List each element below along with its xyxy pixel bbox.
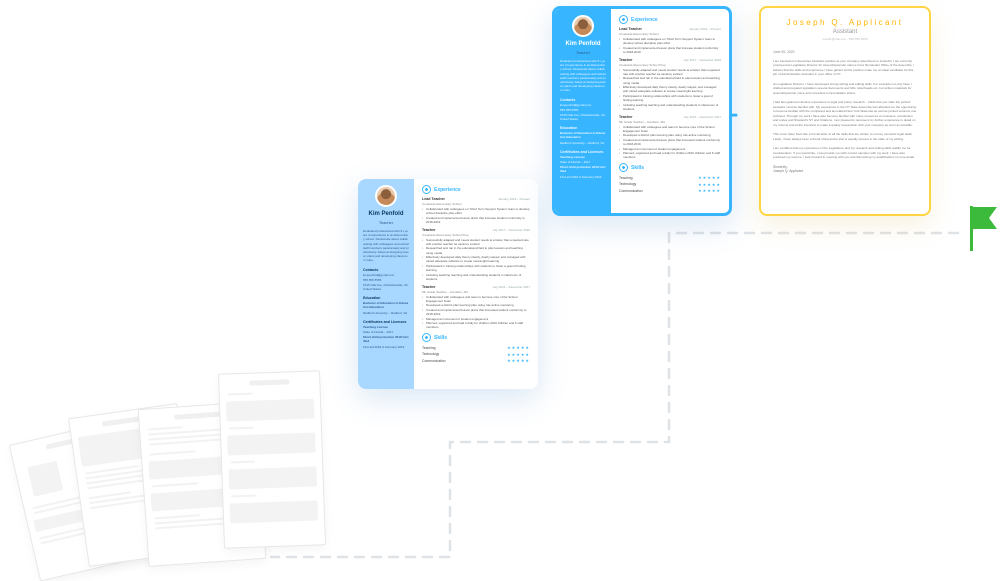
blank-templates-stack — [23, 370, 313, 570]
resume-document-final: Kim Penfold Teacher Dedicated profession… — [552, 6, 732, 216]
resume-document-draft: Kim Penfold Teacher Dedicated profession… — [358, 179, 538, 389]
section-skills: Skills — [619, 163, 721, 172]
avatar — [572, 15, 594, 37]
resume-name: Kim Penfold — [560, 41, 606, 47]
cover-letter-name: Joseph Q. Applicant — [773, 18, 917, 27]
goal-flag-icon — [968, 206, 1000, 251]
avatar — [375, 185, 397, 207]
section-skills: Skills — [422, 333, 530, 342]
resume-role: Teacher — [363, 220, 409, 225]
blank-template — [218, 370, 326, 548]
cover-letter-role: Assistant — [773, 29, 917, 35]
section-experience: Experience — [619, 15, 721, 24]
section-experience: Experience — [422, 185, 530, 194]
resume-name: Kim Penfold — [363, 211, 409, 217]
cover-letter-document: Joseph Q. Applicant Assistant joseph@mai… — [759, 6, 931, 216]
resume-role: Teacher — [560, 50, 606, 55]
